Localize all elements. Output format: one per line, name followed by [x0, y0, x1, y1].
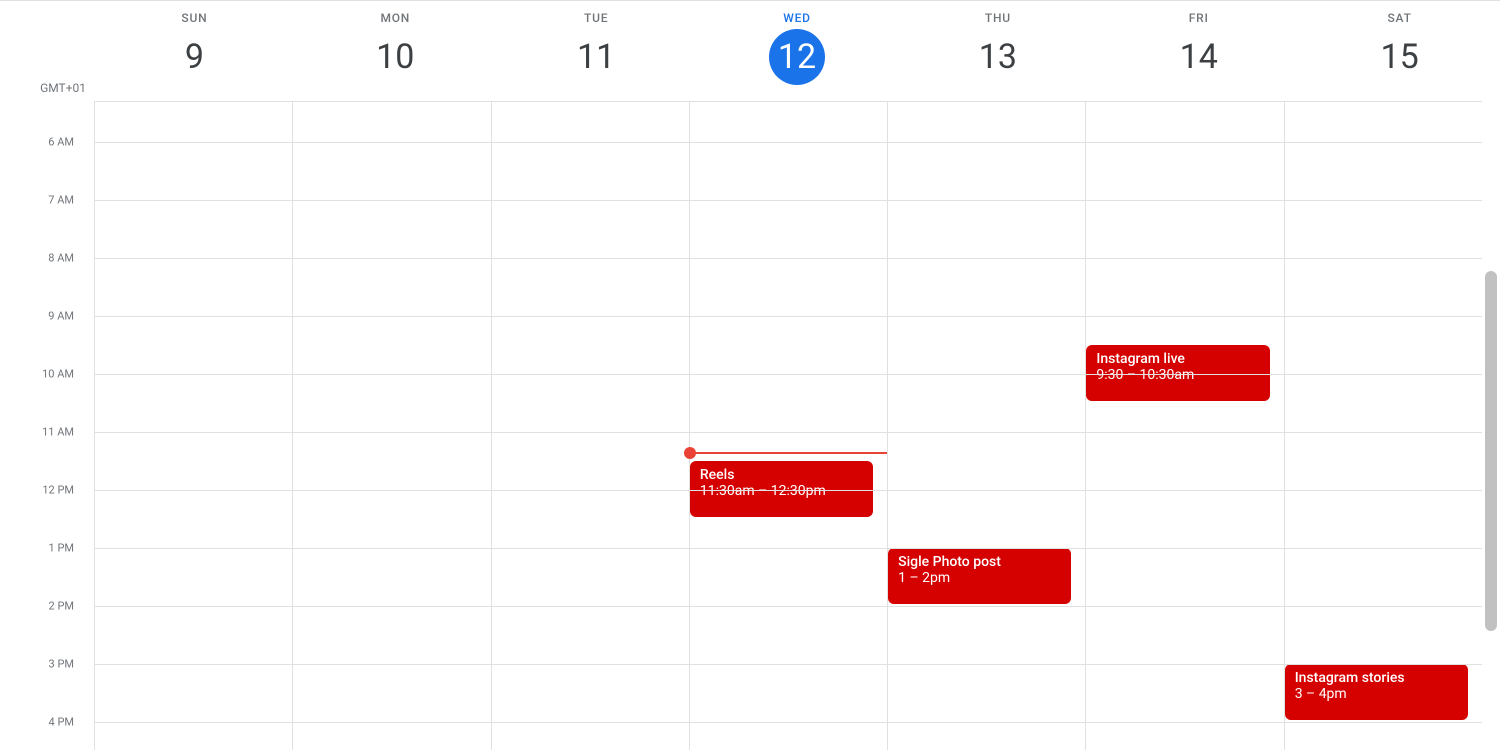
day-number[interactable]: 13: [970, 29, 1026, 85]
day-number[interactable]: 11: [568, 29, 624, 85]
event-title: Reels: [700, 467, 863, 483]
day-number[interactable]: 12: [769, 29, 825, 85]
hour-label: 6 AM: [48, 135, 74, 148]
day-number[interactable]: 14: [1171, 29, 1227, 85]
day-header[interactable]: THU 13: [897, 1, 1098, 101]
day-column[interactable]: [491, 101, 689, 750]
hour-label: 10 AM: [42, 367, 74, 380]
day-number[interactable]: 9: [166, 29, 222, 85]
day-number[interactable]: 15: [1372, 29, 1428, 85]
day-header[interactable]: SAT 15: [1299, 1, 1500, 101]
hour-gridline: [94, 374, 1482, 375]
day-of-week-label: MON: [380, 11, 410, 25]
event-title: Instagram stories: [1295, 670, 1458, 686]
event-time: 3 – 4pm: [1295, 686, 1458, 702]
hour-gridline: [94, 258, 1482, 259]
time-grid[interactable]: 6 AM 7 AM 8 AM 9 AM 10 AM 11 AM 12 PM 1 PM 2 PM 3…: [0, 101, 1482, 750]
hour-gridline: [94, 664, 1482, 665]
day-header[interactable]: TUE 11: [496, 1, 697, 101]
day-column[interactable]: Sigle Photo post1 – 2pm: [887, 101, 1085, 750]
timezone-label: GMT+01: [0, 1, 94, 101]
day-of-week-label: SUN: [181, 11, 207, 25]
event-title: Instagram live: [1096, 351, 1259, 367]
current-time-indicator: [690, 452, 887, 454]
week-header: GMT+01 SUN 9 MON 10 TUE 11 WED 12 THU 13 FRI 14 SAT 1…: [0, 1, 1500, 101]
hour-gridline: [94, 548, 1482, 549]
scrollbar-thumb[interactable]: [1485, 271, 1497, 631]
event-time: 9:30 – 10:30am: [1096, 367, 1259, 383]
hour-label: 4 PM: [49, 715, 74, 728]
day-header[interactable]: MON 10: [295, 1, 496, 101]
hour-label: 1 PM: [49, 541, 74, 554]
day-columns: Reels11:30am – 12:30pm Sigle Photo post1 …: [94, 101, 1482, 750]
hour-label: 7 AM: [48, 193, 74, 206]
hour-gridline: [94, 490, 1482, 491]
time-gutter: 6 AM 7 AM 8 AM 9 AM 10 AM 11 AM 12 PM 1 PM 2 PM 3…: [0, 101, 94, 750]
hour-gridline: [94, 142, 1482, 143]
hour-gridline: [94, 606, 1482, 607]
calendar-event[interactable]: Instagram stories3 – 4pm: [1285, 664, 1468, 720]
scrollbar-track[interactable]: [1482, 101, 1500, 750]
hour-label: 12 PM: [42, 483, 74, 496]
calendar-event[interactable]: Sigle Photo post1 – 2pm: [888, 548, 1071, 604]
hour-label: 8 AM: [48, 251, 74, 264]
day-header[interactable]: FRI 14: [1098, 1, 1299, 101]
day-column[interactable]: Instagram live9:30 – 10:30am: [1085, 101, 1283, 750]
day-of-week-label: WED: [783, 11, 811, 25]
day-header[interactable]: SUN 9: [94, 1, 295, 101]
hour-gridline: [94, 432, 1482, 433]
hour-gridline: [94, 200, 1482, 201]
hour-gridline: [94, 316, 1482, 317]
hour-label: 9 AM: [48, 309, 74, 322]
day-number[interactable]: 10: [367, 29, 423, 85]
day-column[interactable]: Reels11:30am – 12:30pm: [689, 101, 887, 750]
day-headers: SUN 9 MON 10 TUE 11 WED 12 THU 13 FRI 14 SAT 15: [94, 1, 1500, 101]
event-time: 11:30am – 12:30pm: [700, 483, 863, 499]
current-time-dot: [684, 447, 696, 459]
calendar-event[interactable]: Instagram live9:30 – 10:30am: [1086, 345, 1269, 401]
day-column[interactable]: [94, 101, 292, 750]
day-of-week-label: TUE: [584, 11, 608, 25]
hour-label: 2 PM: [49, 599, 74, 612]
day-of-week-label: SAT: [1387, 11, 1411, 25]
day-of-week-label: FRI: [1189, 11, 1209, 25]
event-title: Sigle Photo post: [898, 554, 1061, 570]
calendar-event[interactable]: Reels11:30am – 12:30pm: [690, 461, 873, 517]
event-time: 1 – 2pm: [898, 570, 1061, 586]
day-column[interactable]: Instagram stories3 – 4pm: [1284, 101, 1482, 750]
day-header[interactable]: WED 12: [697, 1, 898, 101]
hour-gridline: [94, 722, 1482, 723]
day-column[interactable]: [292, 101, 490, 750]
hour-label: 3 PM: [49, 657, 74, 670]
hour-label: 11 AM: [42, 425, 74, 438]
calendar-week-view: GMT+01 SUN 9 MON 10 TUE 11 WED 12 THU 13 FRI 14 SAT 1…: [0, 0, 1500, 750]
day-of-week-label: THU: [985, 11, 1011, 25]
